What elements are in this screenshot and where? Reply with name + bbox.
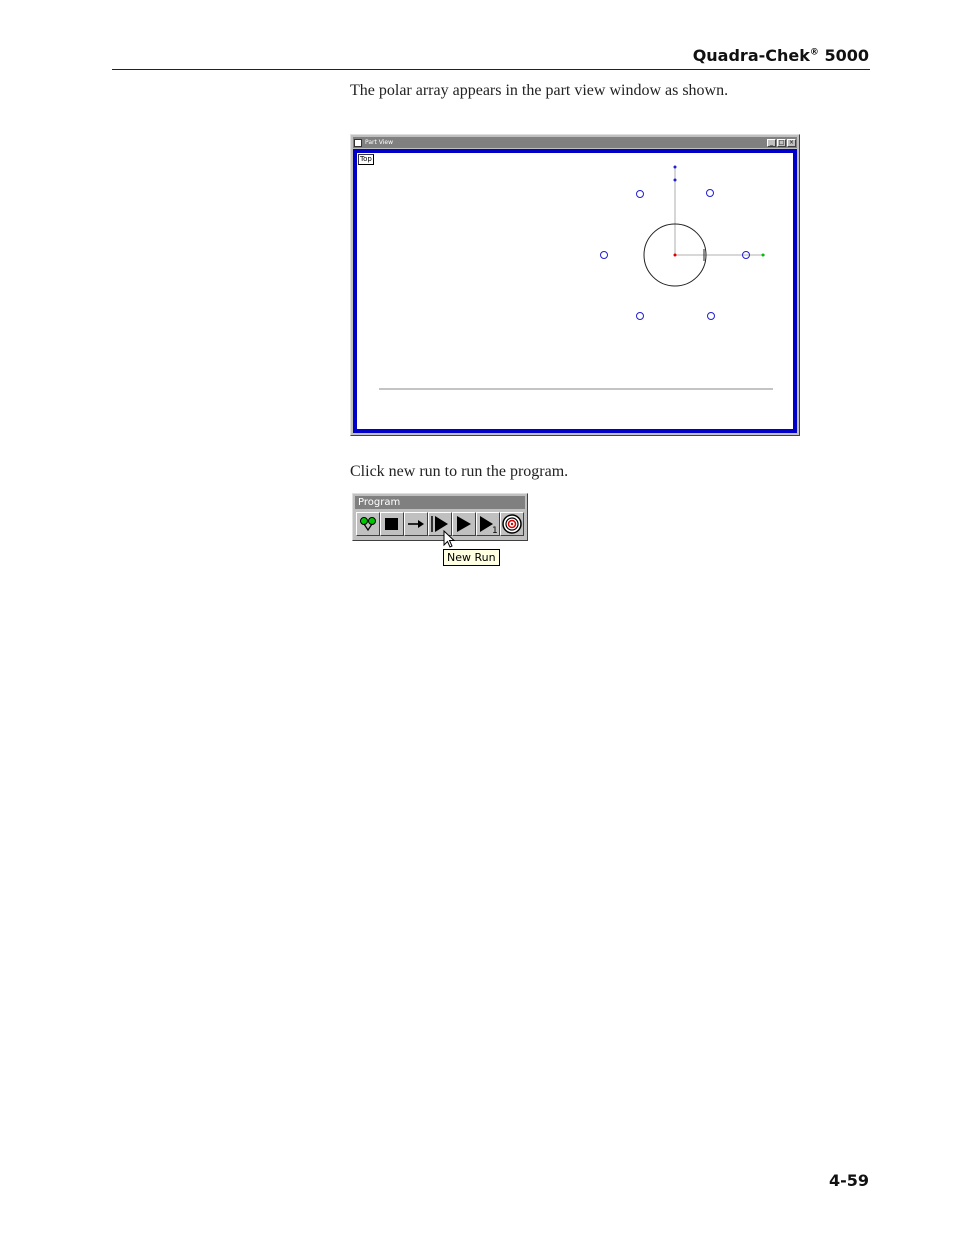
window-app-icon <box>354 138 362 147</box>
page-header: Quadra-Chek® 5000 <box>0 46 869 65</box>
step-badge: 1 <box>492 526 498 535</box>
play-step-icon: 1 <box>480 516 498 535</box>
intro-paragraph: The polar array appears in the part view… <box>350 82 729 99</box>
target-button[interactable] <box>500 512 524 536</box>
program-toolbar-title[interactable]: Program <box>355 496 525 509</box>
mouse-cursor-icon <box>443 530 456 548</box>
array-hole <box>706 189 714 197</box>
teach-program-button[interactable] <box>356 512 380 536</box>
maximize-button[interactable]: □ <box>777 138 786 147</box>
close-button[interactable]: × <box>787 138 796 147</box>
array-hole <box>636 312 644 320</box>
step-button[interactable] <box>404 512 428 536</box>
array-hole <box>707 312 715 320</box>
instruction-paragraph: Click new run to run the program. <box>350 463 569 480</box>
array-hole <box>600 251 608 259</box>
stop-button[interactable] <box>380 512 404 536</box>
part-view-titlebar[interactable]: Part View _ □ × <box>353 137 797 148</box>
new-run-tooltip: New Run <box>443 549 500 566</box>
header-rule <box>112 69 870 70</box>
center-point <box>673 253 677 257</box>
page-number: 4-59 <box>828 1171 869 1190</box>
arrow-right-icon <box>408 520 424 528</box>
part-view-drawing <box>379 165 773 390</box>
minimize-button[interactable]: _ <box>767 138 776 147</box>
part-view-window: Part View _ □ × Top <box>350 134 800 436</box>
stop-icon <box>385 518 398 530</box>
teach-program-icon <box>360 517 376 532</box>
array-hole <box>636 190 644 198</box>
program-toolbar-buttons: 1 <box>356 512 524 536</box>
part-view-canvas[interactable]: Top <box>353 149 797 433</box>
header-model: 5000 <box>824 46 869 65</box>
header-title: Quadra-Chek <box>692 46 810 65</box>
reference-point-top <box>673 165 677 169</box>
program-toolbar: Program 1 <box>352 493 528 541</box>
target-icon <box>502 514 522 534</box>
registered-mark: ® <box>809 47 819 58</box>
run-single-step-button[interactable]: 1 <box>476 512 500 536</box>
reference-point <box>673 178 677 182</box>
end-point <box>761 253 765 257</box>
part-view-title: Part View <box>365 139 393 146</box>
